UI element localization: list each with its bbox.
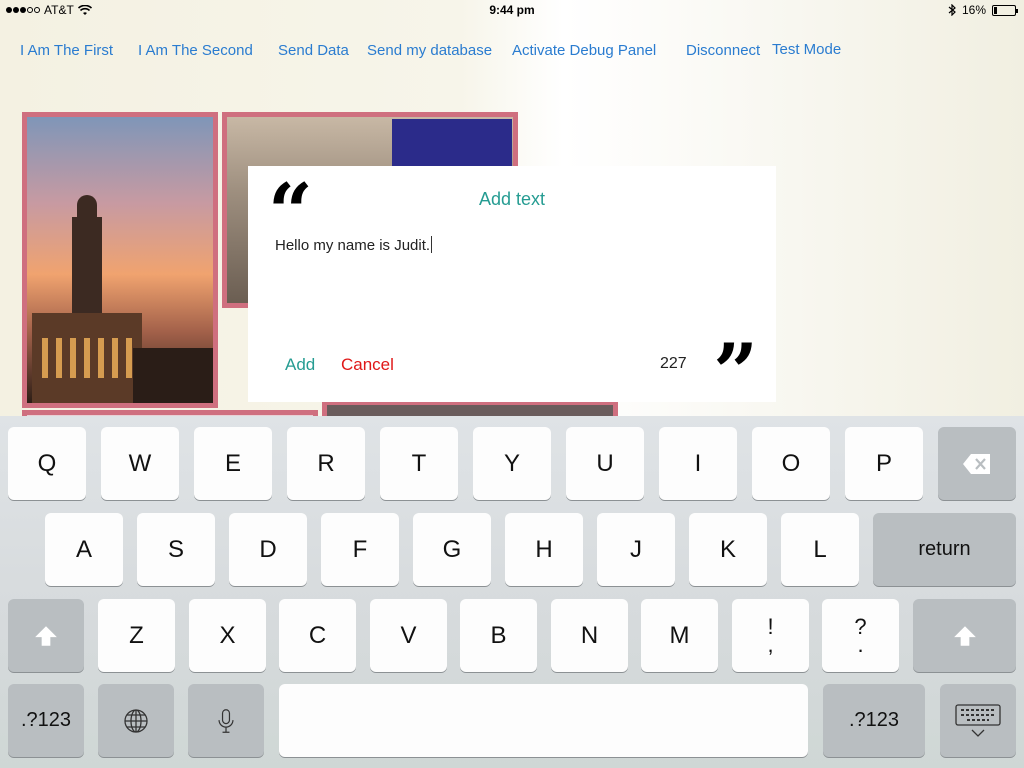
cancel-button[interactable]: Cancel xyxy=(341,355,394,375)
key-j[interactable]: J xyxy=(597,513,675,586)
key-question-period[interactable]: ? . xyxy=(822,599,899,672)
nav-activate-debug-panel[interactable]: Activate Debug Panel xyxy=(512,42,656,59)
microphone-icon xyxy=(218,708,234,733)
text-input-value: Hello my name is Judit. xyxy=(275,237,431,254)
nav-test-mode[interactable]: Test Mode xyxy=(772,41,841,58)
space-bar[interactable] xyxy=(279,684,808,757)
key-q[interactable]: Q xyxy=(8,427,86,500)
key-comma-label: , xyxy=(767,631,774,657)
nav-disconnect[interactable]: Disconnect xyxy=(686,42,760,59)
key-y[interactable]: Y xyxy=(473,427,551,500)
key-t[interactable]: T xyxy=(380,427,458,500)
key-u[interactable]: U xyxy=(566,427,644,500)
globe-icon xyxy=(124,708,148,733)
key-w[interactable]: W xyxy=(101,427,179,500)
key-h[interactable]: H xyxy=(505,513,583,586)
key-k[interactable]: K xyxy=(689,513,767,586)
shift-key-left[interactable] xyxy=(8,599,84,672)
key-g[interactable]: G xyxy=(413,513,491,586)
key-f[interactable]: F xyxy=(321,513,399,586)
key-v[interactable]: V xyxy=(370,599,447,672)
battery-icon xyxy=(992,4,1018,16)
key-x[interactable]: X xyxy=(189,599,266,672)
key-exclamation-comma[interactable]: ! , xyxy=(732,599,809,672)
status-right: 16% xyxy=(948,3,1018,17)
photo-tower-sunset[interactable] xyxy=(22,112,218,408)
battery-percent: 16% xyxy=(961,3,986,17)
hide-keyboard-icon xyxy=(955,703,1001,737)
key-a[interactable]: A xyxy=(45,513,123,586)
return-key[interactable]: return xyxy=(873,513,1016,586)
clock: 9:44 pm xyxy=(489,3,535,17)
add-text-dialog: “ Add text Hello my name is Judit. Add C… xyxy=(248,166,776,412)
shift-key-right[interactable] xyxy=(913,599,1016,672)
globe-key[interactable] xyxy=(98,684,174,757)
close-quote-icon: ” xyxy=(713,327,758,418)
delete-icon xyxy=(963,453,990,474)
character-count: 227 xyxy=(660,355,687,372)
key-b[interactable]: B xyxy=(460,599,537,672)
add-button[interactable]: Add xyxy=(285,355,315,375)
key-z[interactable]: Z xyxy=(98,599,175,672)
status-bar: AT&T 9:44 pm 16% xyxy=(0,0,1024,20)
shift-icon xyxy=(953,625,976,646)
key-c[interactable]: C xyxy=(279,599,356,672)
key-m[interactable]: M xyxy=(641,599,718,672)
key-n[interactable]: N xyxy=(551,599,628,672)
dialog-title: Add text xyxy=(478,189,546,209)
key-p[interactable]: P xyxy=(845,427,923,500)
nav-i-am-the-first[interactable]: I Am The First xyxy=(20,42,113,59)
key-l[interactable]: L xyxy=(781,513,859,586)
key-r[interactable]: R xyxy=(287,427,365,500)
key-o[interactable]: O xyxy=(752,427,830,500)
key-e[interactable]: E xyxy=(194,427,272,500)
key-i[interactable]: I xyxy=(659,427,737,500)
numbers-key-left[interactable]: .?123 xyxy=(8,684,84,757)
key-period-label: . xyxy=(857,631,864,657)
shift-icon xyxy=(35,625,57,646)
nav-send-my-database[interactable]: Send my database xyxy=(367,42,492,59)
bluetooth-icon xyxy=(948,4,956,16)
numbers-key-right[interactable]: .?123 xyxy=(823,684,925,757)
on-screen-keyboard: Q W E R T Y U I O P A S D F G H J K L re… xyxy=(0,416,1024,768)
key-s[interactable]: S xyxy=(137,513,215,586)
text-caret xyxy=(431,236,433,253)
nav-send-data[interactable]: Send Data xyxy=(278,42,349,59)
delete-key[interactable] xyxy=(938,427,1016,500)
hide-keyboard-key[interactable] xyxy=(940,684,1016,757)
key-d[interactable]: D xyxy=(229,513,307,586)
microphone-key[interactable] xyxy=(188,684,264,757)
text-input[interactable]: Hello my name is Judit. xyxy=(275,236,745,336)
nav-i-am-the-second[interactable]: I Am The Second xyxy=(138,42,253,59)
